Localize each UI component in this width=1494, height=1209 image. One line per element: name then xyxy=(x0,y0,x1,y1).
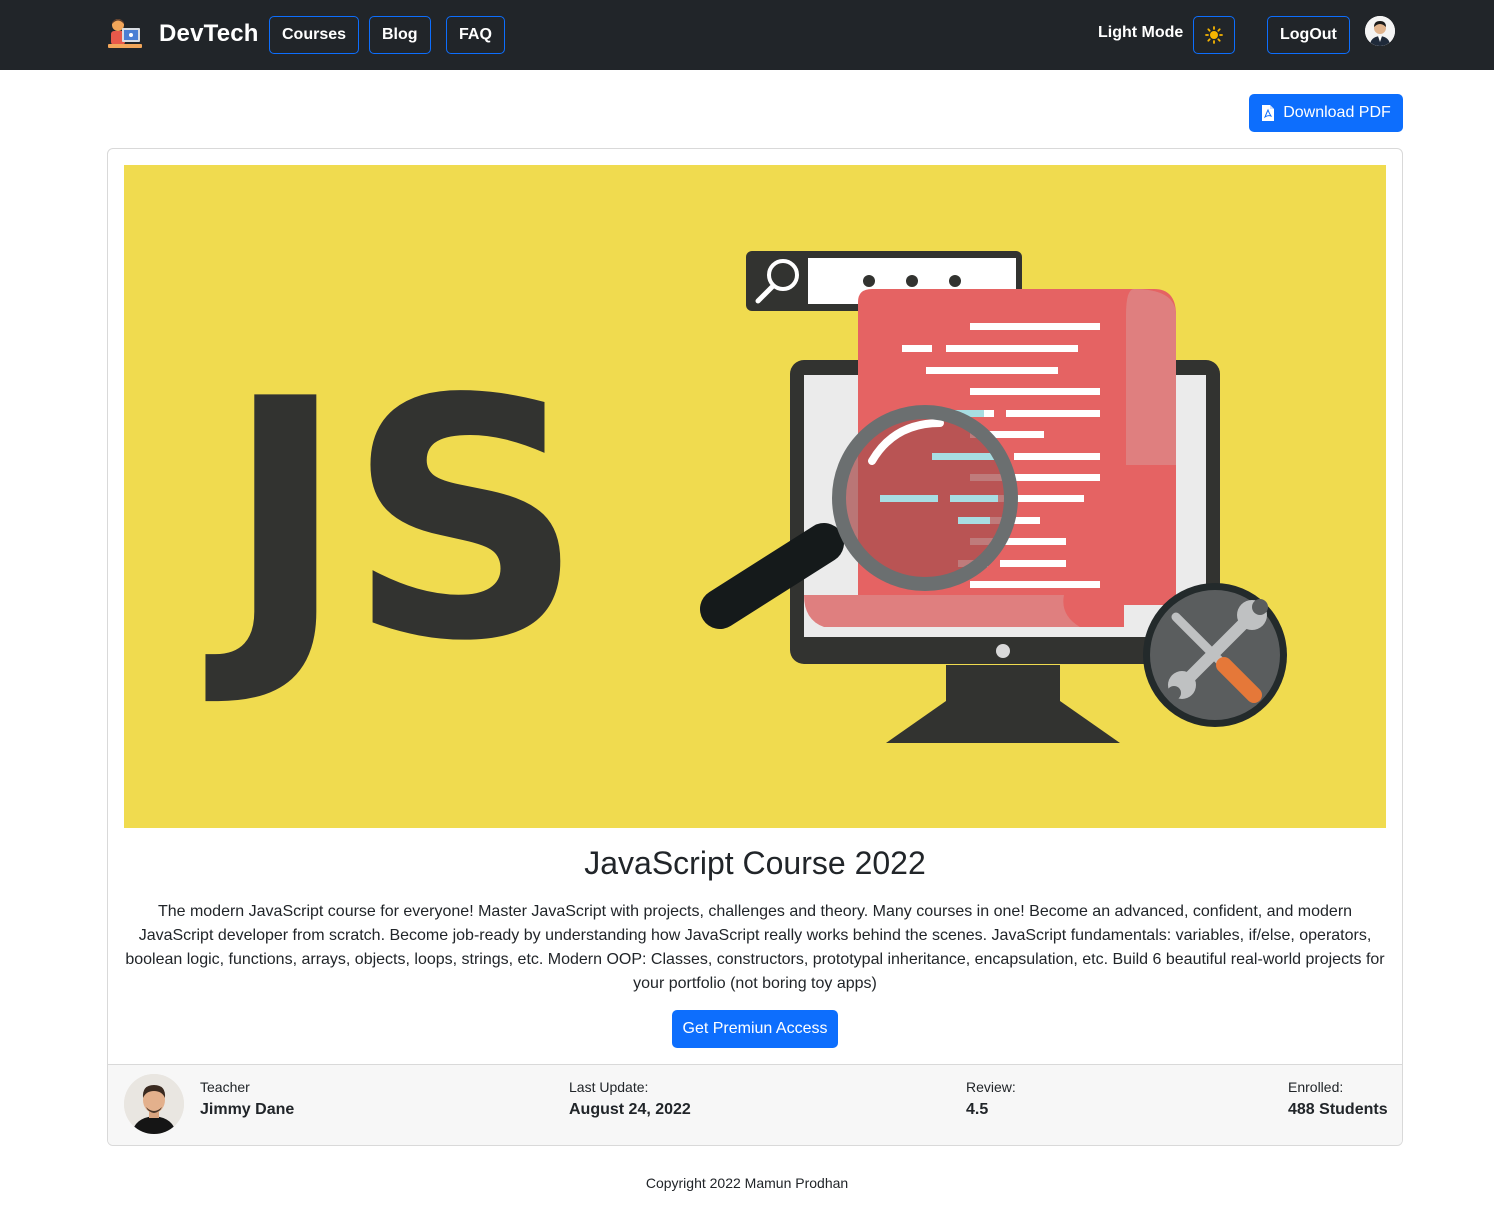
review-label: Review: xyxy=(966,1079,1016,1095)
get-premium-access-button[interactable]: Get Premiun Access xyxy=(672,1010,838,1048)
logout-button[interactable]: LogOut xyxy=(1267,16,1350,54)
nav-courses-button[interactable]: Courses xyxy=(269,16,360,54)
sun-icon xyxy=(1205,26,1223,44)
last-update-value: August 24, 2022 xyxy=(569,1101,691,1118)
theme-toggle-button[interactable] xyxy=(1193,16,1235,54)
developer-logo-icon xyxy=(108,19,142,48)
enrolled-label: Enrolled: xyxy=(1288,1079,1344,1095)
teacher-avatar xyxy=(124,1074,184,1134)
course-description: The modern JavaScript course for everyon… xyxy=(125,903,1385,992)
download-pdf-button[interactable]: Download PDF xyxy=(1249,94,1403,132)
review-value: 4.5 xyxy=(966,1101,989,1118)
last-update-info: Last Update: August 24, 2022 xyxy=(569,1079,691,1119)
course-banner-image: JS xyxy=(124,165,1386,828)
brand[interactable]: DevTech xyxy=(107,16,259,52)
nav-faq-button[interactable]: FAQ xyxy=(446,16,505,54)
pdf-file-icon xyxy=(1262,105,1275,121)
user-avatar[interactable] xyxy=(1365,16,1395,46)
enrolled-value: 488 Students xyxy=(1288,1101,1388,1118)
javascript-illustration: JS xyxy=(203,251,1287,743)
brand-name: DevTech xyxy=(159,20,259,47)
review-info: Review: 4.5 xyxy=(966,1079,1016,1119)
teacher-name: Jimmy Dane xyxy=(200,1101,295,1118)
last-update-label: Last Update: xyxy=(569,1079,649,1095)
enrolled-info: Enrolled: 488 Students xyxy=(1288,1079,1388,1119)
course-card: JS JavaScript Course 2022 The modern Jav… xyxy=(107,148,1403,1146)
copyright-text: Copyright 2022 Mamun Prodhan xyxy=(645,1175,849,1191)
teacher-label: Teacher xyxy=(200,1079,250,1095)
js-letters: JS xyxy=(203,329,584,713)
download-pdf-label: Download PDF xyxy=(1283,104,1391,121)
course-meta-footer: Teacher Jimmy Dane Last Update: August 2… xyxy=(108,1064,1402,1145)
theme-mode-label: Light Mode xyxy=(1098,24,1184,41)
course-title: JavaScript Course 2022 xyxy=(584,845,926,881)
teacher-info: Teacher Jimmy Dane xyxy=(200,1079,294,1119)
teacher-photo xyxy=(124,1074,184,1134)
nav-blog-button[interactable]: Blog xyxy=(369,16,431,54)
user-avatar-image xyxy=(1365,16,1395,46)
navbar: DevTech Courses Blog FAQ Light Mode LogO… xyxy=(0,0,1494,70)
